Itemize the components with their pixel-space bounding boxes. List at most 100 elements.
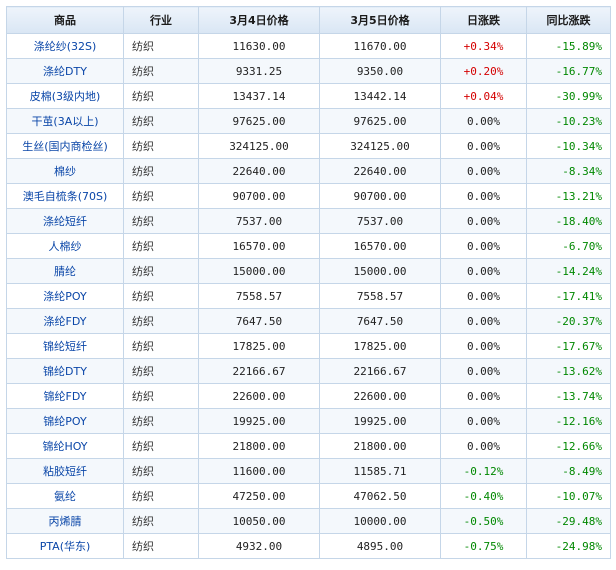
price-mar4-cell: 19925.00 [198, 408, 320, 434]
yoy-change-cell: -20.37% [526, 308, 611, 334]
commodity-name-cell: 锦纶POY [6, 408, 124, 434]
industry-cell: 纺织 [123, 83, 199, 109]
daily-change-cell: 0.00% [440, 208, 527, 234]
header-daily-change: 日涨跌 [440, 6, 527, 34]
daily-change-cell: 0.00% [440, 258, 527, 284]
industry-cell: 纺织 [123, 383, 199, 409]
price-mar4-cell: 10050.00 [198, 508, 320, 534]
table-row: 氨纶 纺织 47250.00 47062.50 -0.40% -10.07% [6, 483, 611, 509]
industry-cell: 纺织 [123, 308, 199, 334]
yoy-change-cell: -13.21% [526, 183, 611, 209]
daily-change-cell: 0.00% [440, 358, 527, 384]
price-mar4-cell: 7558.57 [198, 283, 320, 309]
table-row: 腈纶 纺织 15000.00 15000.00 0.00% -14.24% [6, 258, 611, 284]
price-mar5-cell: 7537.00 [319, 208, 441, 234]
industry-cell: 纺织 [123, 458, 199, 484]
table-row: 涤纶短纤 纺织 7537.00 7537.00 0.00% -18.40% [6, 208, 611, 234]
commodity-name-cell: 涤纶DTY [6, 58, 124, 84]
commodity-name-cell: 涤纶FDY [6, 308, 124, 334]
yoy-change-cell: -8.49% [526, 458, 611, 484]
industry-cell: 纺织 [123, 508, 199, 534]
commodity-name-cell: 涤纶POY [6, 283, 124, 309]
price-mar5-cell: 9350.00 [319, 58, 441, 84]
industry-cell: 纺织 [123, 33, 199, 59]
yoy-change-cell: -18.40% [526, 208, 611, 234]
daily-change-cell: -0.40% [440, 483, 527, 509]
daily-change-cell: +0.34% [440, 33, 527, 59]
daily-change-cell: 0.00% [440, 108, 527, 134]
header-price-mar4: 3月4日价格 [198, 6, 320, 34]
commodity-name-cell: 锦纶HOY [6, 433, 124, 459]
commodity-name-cell: 生丝(国内商检丝) [6, 133, 124, 159]
price-mar4-cell: 17825.00 [198, 333, 320, 359]
commodity-name-cell: 丙烯腈 [6, 508, 124, 534]
price-table-container: 商品 行业 3月4日价格 3月5日价格 日涨跌 同比涨跌 涤纶纱(32S) 纺织 1… [0, 0, 616, 570]
commodity-name-cell: 棉纱 [6, 158, 124, 184]
table-header: 商品 行业 3月4日价格 3月5日价格 日涨跌 同比涨跌 [6, 6, 611, 34]
price-mar5-cell: 7558.57 [319, 283, 441, 309]
table-row: 锦纶DTY 纺织 22166.67 22166.67 0.00% -13.62% [6, 358, 611, 384]
table-row: 丙烯腈 纺织 10050.00 10000.00 -0.50% -29.48% [6, 508, 611, 534]
commodity-name-cell: 涤纶短纤 [6, 208, 124, 234]
table-row: 锦纶POY 纺织 19925.00 19925.00 0.00% -12.16% [6, 408, 611, 434]
daily-change-cell: +0.04% [440, 83, 527, 109]
price-mar5-cell: 4895.00 [319, 533, 441, 559]
industry-cell: 纺织 [123, 158, 199, 184]
commodity-name-cell: 皮棉(3级内地) [6, 83, 124, 109]
price-mar5-cell: 97625.00 [319, 108, 441, 134]
price-mar5-cell: 13442.14 [319, 83, 441, 109]
header-row: 商品 行业 3月4日价格 3月5日价格 日涨跌 同比涨跌 [6, 6, 611, 34]
yoy-change-cell: -17.67% [526, 333, 611, 359]
yoy-change-cell: -10.23% [526, 108, 611, 134]
header-industry: 行业 [123, 6, 199, 34]
daily-change-cell: 0.00% [440, 308, 527, 334]
table-body: 涤纶纱(32S) 纺织 11630.00 11670.00 +0.34% -15.89% 涤… [6, 33, 611, 559]
table-row: 锦纶FDY 纺织 22600.00 22600.00 0.00% -13.74% [6, 383, 611, 409]
table-row: 涤纶DTY 纺织 9331.25 9350.00 +0.20% -16.77% [6, 58, 611, 84]
industry-cell: 纺织 [123, 483, 199, 509]
industry-cell: 纺织 [123, 408, 199, 434]
header-yoy-change: 同比涨跌 [526, 6, 611, 34]
table-row: 澳毛自梳条(70S) 纺织 90700.00 90700.00 0.00% -13.21% [6, 183, 611, 209]
price-mar5-cell: 16570.00 [319, 233, 441, 259]
table-row: 棉纱 纺织 22640.00 22640.00 0.00% -8.34% [6, 158, 611, 184]
price-mar5-cell: 90700.00 [319, 183, 441, 209]
industry-cell: 纺织 [123, 333, 199, 359]
commodity-name-cell: 干茧(3A以上) [6, 108, 124, 134]
table-row: 皮棉(3级内地) 纺织 13437.14 13442.14 +0.04% -30.99% [6, 83, 611, 109]
industry-cell: 纺织 [123, 258, 199, 284]
price-mar5-cell: 10000.00 [319, 508, 441, 534]
price-mar4-cell: 21800.00 [198, 433, 320, 459]
commodity-name-cell: 氨纶 [6, 483, 124, 509]
price-mar4-cell: 22166.67 [198, 358, 320, 384]
price-mar4-cell: 11630.00 [198, 33, 320, 59]
price-mar5-cell: 21800.00 [319, 433, 441, 459]
table-row: 锦纶HOY 纺织 21800.00 21800.00 0.00% -12.66% [6, 433, 611, 459]
yoy-change-cell: -10.34% [526, 133, 611, 159]
price-mar4-cell: 11600.00 [198, 458, 320, 484]
yoy-change-cell: -15.89% [526, 33, 611, 59]
yoy-change-cell: -13.74% [526, 383, 611, 409]
price-mar5-cell: 7647.50 [319, 308, 441, 334]
industry-cell: 纺织 [123, 358, 199, 384]
table-row: 人棉纱 纺织 16570.00 16570.00 0.00% -6.70% [6, 233, 611, 259]
industry-cell: 纺织 [123, 233, 199, 259]
price-mar5-cell: 22600.00 [319, 383, 441, 409]
industry-cell: 纺织 [123, 108, 199, 134]
price-mar4-cell: 90700.00 [198, 183, 320, 209]
yoy-change-cell: -14.24% [526, 258, 611, 284]
price-mar5-cell: 17825.00 [319, 333, 441, 359]
price-mar5-cell: 19925.00 [319, 408, 441, 434]
commodity-name-cell: 粘胶短纤 [6, 458, 124, 484]
yoy-change-cell: -10.07% [526, 483, 611, 509]
price-mar5-cell: 11585.71 [319, 458, 441, 484]
commodity-price-table: 商品 行业 3月4日价格 3月5日价格 日涨跌 同比涨跌 涤纶纱(32S) 纺织 1… [6, 6, 611, 559]
price-mar4-cell: 9331.25 [198, 58, 320, 84]
price-mar5-cell: 15000.00 [319, 258, 441, 284]
table-row: 涤纶FDY 纺织 7647.50 7647.50 0.00% -20.37% [6, 308, 611, 334]
price-mar5-cell: 324125.00 [319, 133, 441, 159]
price-mar4-cell: 97625.00 [198, 108, 320, 134]
daily-change-cell: 0.00% [440, 333, 527, 359]
daily-change-cell: 0.00% [440, 183, 527, 209]
industry-cell: 纺织 [123, 533, 199, 559]
